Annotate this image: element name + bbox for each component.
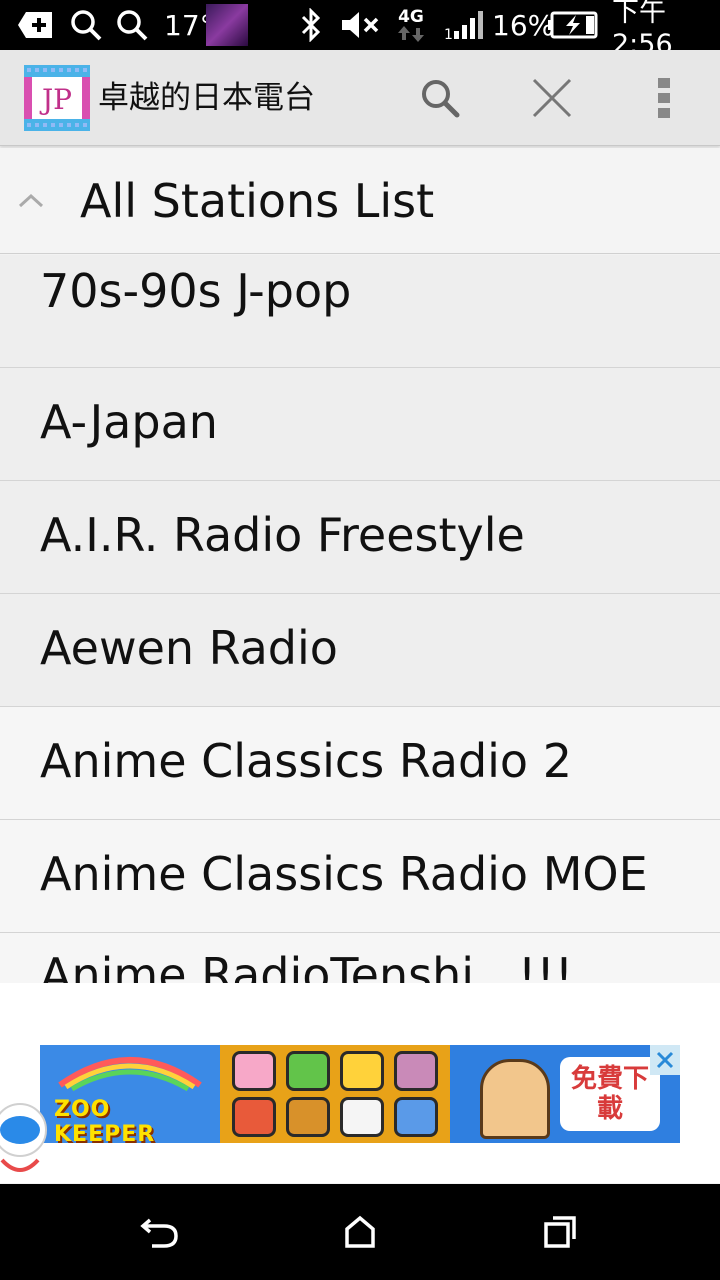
svg-text:1: 1 (444, 27, 453, 41)
close-icon (656, 1051, 674, 1069)
list-item[interactable]: Anime RadioTenshi...!!! (0, 933, 720, 983)
app-logo: JP (24, 65, 90, 131)
search-button[interactable] (392, 50, 488, 146)
home-button[interactable] (300, 1184, 420, 1280)
station-name: Aewen Radio (40, 621, 338, 675)
more-vert-icon (658, 78, 670, 118)
station-name: A.I.R. Radio Freestyle (40, 508, 525, 562)
battery-charging-icon (548, 0, 600, 50)
clock-text: 下午2:56 (612, 0, 673, 60)
search-icon (422, 80, 460, 118)
navigation-bar (0, 1184, 720, 1280)
floating-assistant-icon[interactable] (0, 1100, 50, 1180)
close-button[interactable] (504, 50, 600, 146)
ad-character-image (480, 1059, 550, 1139)
add-notification-icon (18, 0, 56, 50)
list-item[interactable]: Aewen Radio (0, 594, 720, 707)
back-icon (140, 1218, 178, 1248)
app-title: 卓越的日本電台 (98, 80, 315, 116)
back-button[interactable] (100, 1184, 220, 1280)
close-icon (532, 78, 572, 118)
ad-banner[interactable]: ZOO KEEPER 免費下載 (40, 1045, 680, 1143)
list-item[interactable]: A.I.R. Radio Freestyle (0, 481, 720, 594)
recent-apps-button[interactable] (500, 1184, 620, 1280)
ad-close-button[interactable] (650, 1045, 680, 1075)
status-bar: 17° 4G 1 16% 下午2:56 (0, 0, 720, 60)
overflow-menu-button[interactable] (616, 50, 712, 146)
ad-panel-logo: ZOO KEEPER (40, 1045, 220, 1143)
station-name: Anime Classics Radio MOE (40, 847, 648, 901)
app-logo-text: JP (39, 83, 72, 116)
ad-brand-text: ZOO KEEPER (54, 1097, 156, 1143)
list-item[interactable]: 70s-90s J-pop (0, 255, 720, 368)
home-icon (345, 1215, 375, 1248)
section-title: All Stations List (80, 174, 435, 228)
bluetooth-icon (300, 0, 322, 50)
station-name: A-Japan (40, 395, 218, 449)
list-item[interactable]: Anime Classics Radio 2 (0, 707, 720, 820)
mute-icon (340, 0, 382, 50)
ad-panel-animals (220, 1045, 450, 1143)
signal-strength-icon: 1 (444, 0, 484, 50)
chevron-up-icon (14, 184, 48, 218)
search-notification-icon-2 (116, 0, 148, 50)
station-name: Anime Classics Radio 2 (40, 734, 572, 788)
battery-percent-text: 16% (492, 8, 555, 42)
station-name: 70s-90s J-pop (40, 264, 352, 318)
recent-apps-icon (544, 1216, 576, 1248)
search-notification-icon (70, 0, 102, 50)
list-item[interactable]: Anime Classics Radio MOE (0, 820, 720, 933)
ad-download-button[interactable]: 免費下載 (560, 1057, 660, 1131)
station-list[interactable]: 70s-90s J-pop A-Japan A.I.R. Radio Frees… (0, 255, 720, 983)
network-type-indicator: 4G (396, 0, 426, 50)
section-header[interactable]: All Stations List (0, 148, 720, 254)
app-notification-icon (206, 0, 248, 50)
list-item[interactable]: A-Japan (0, 368, 720, 481)
action-bar: JP 卓越的日本電台 (0, 50, 720, 146)
station-name: Anime RadioTenshi...!!! (40, 948, 574, 983)
network-type-text: 4G (398, 7, 424, 27)
